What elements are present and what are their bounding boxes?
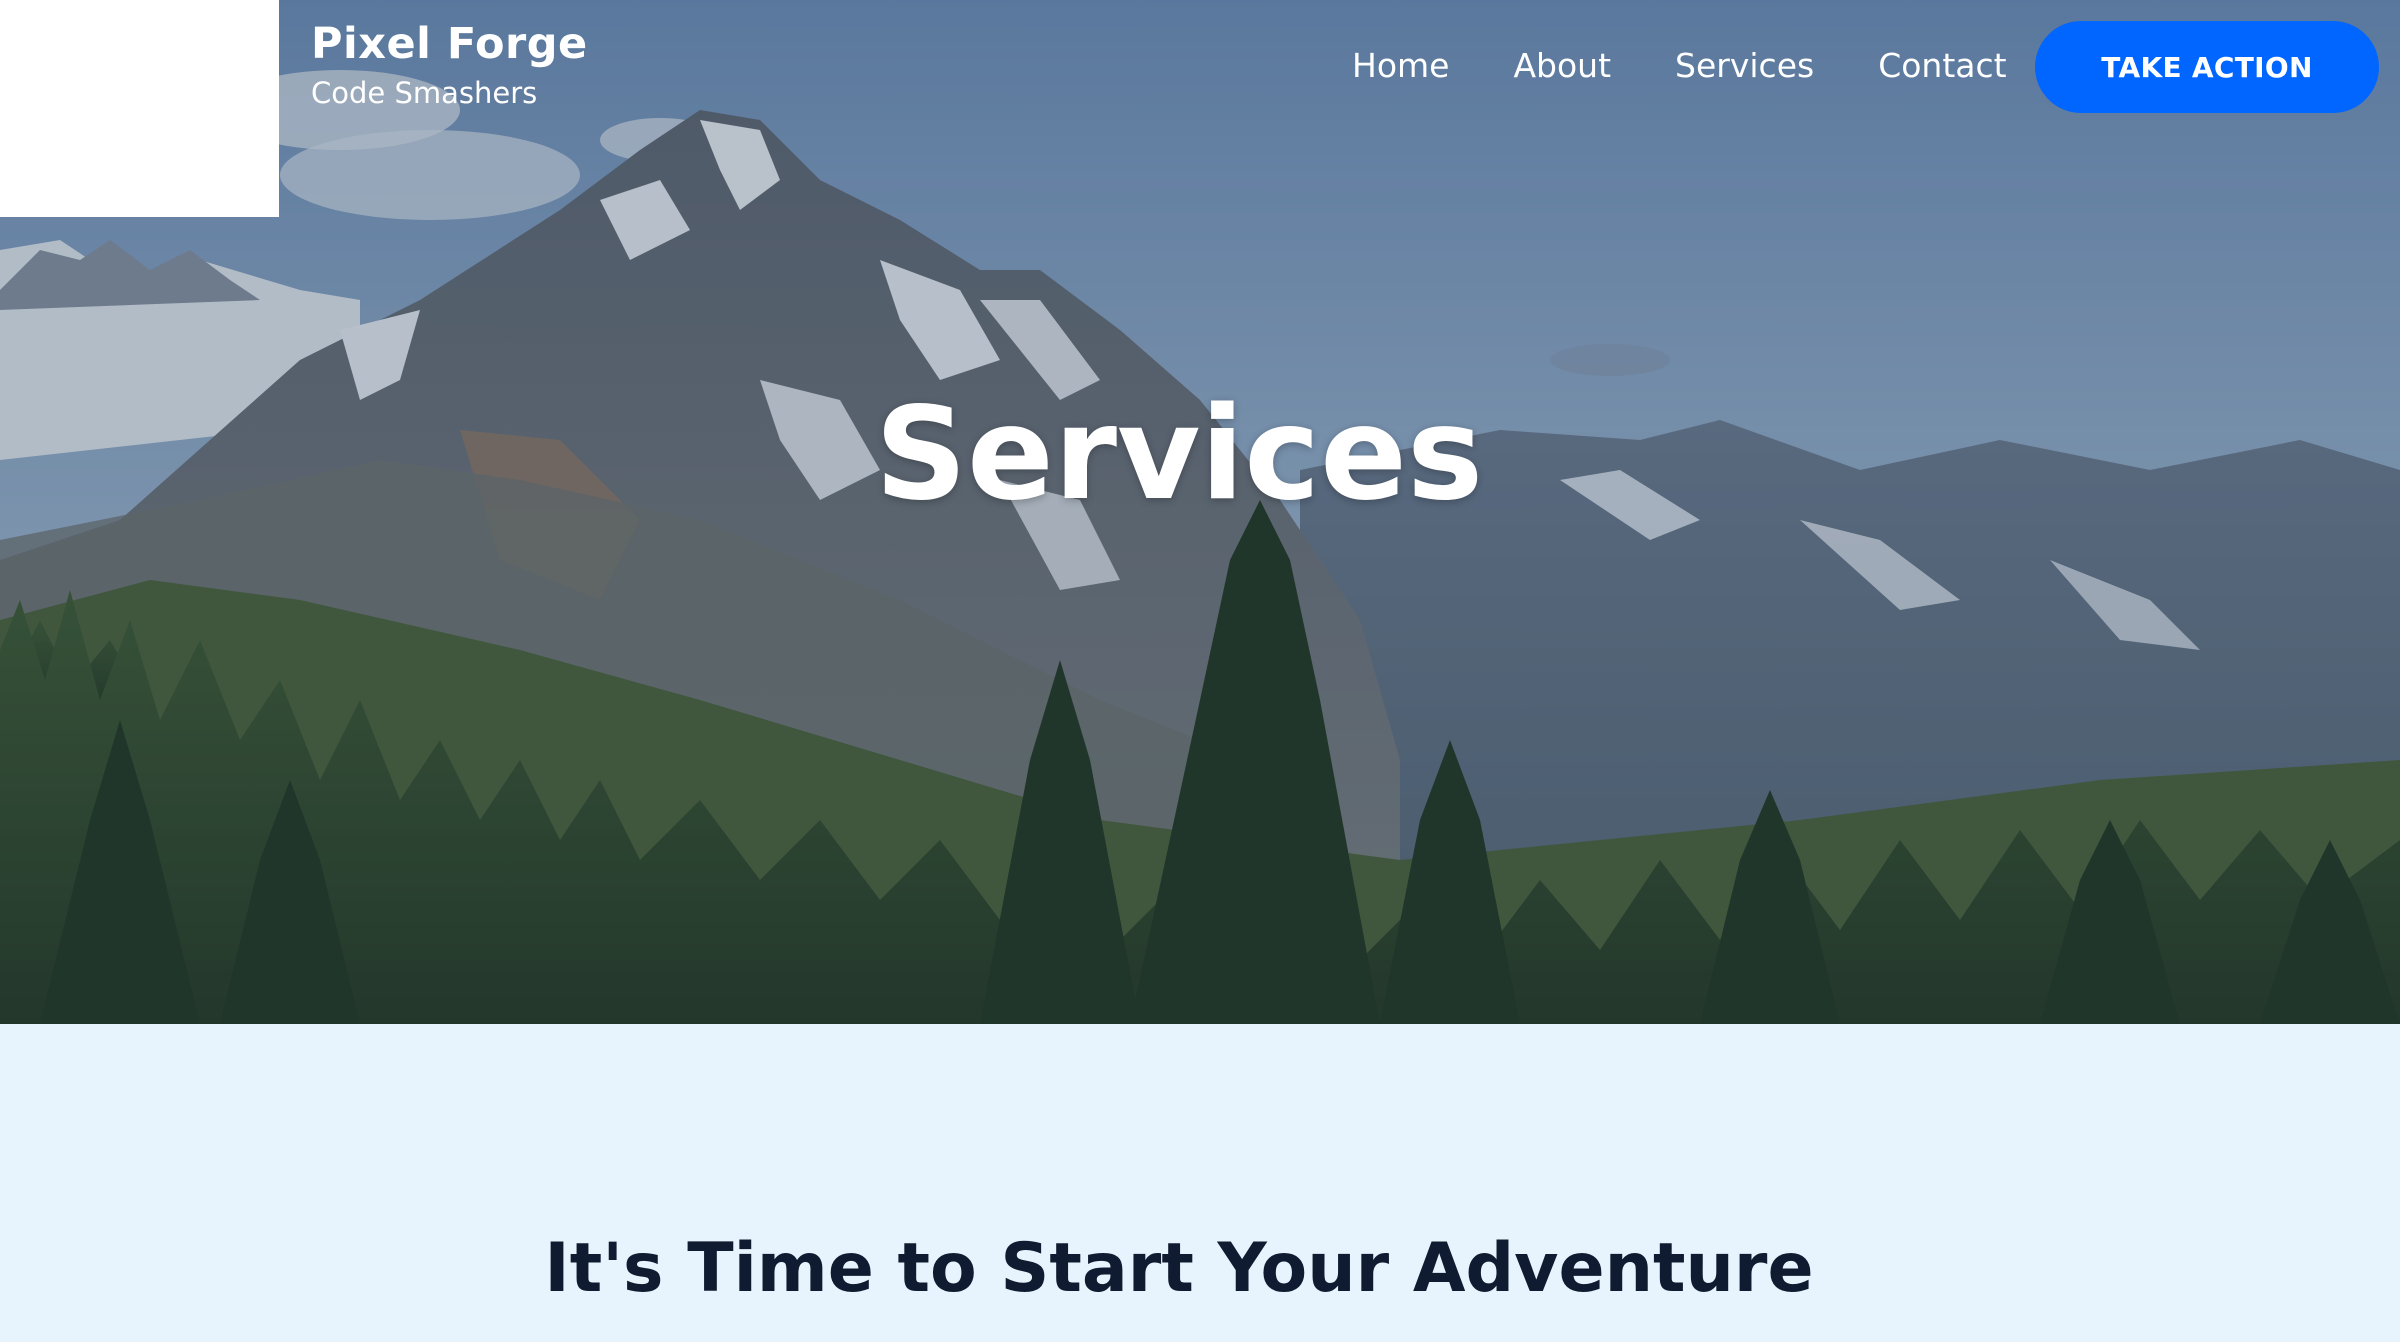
page: Services Pixel Forge Code Smashers Home … bbox=[0, 0, 2400, 1342]
hero-title: Services bbox=[874, 380, 1484, 529]
brand[interactable]: Pixel Forge Code Smashers bbox=[311, 14, 588, 112]
nav-item-contact[interactable]: Contact bbox=[1846, 41, 2038, 91]
adventure-section: It's Time to Start Your Adventure bbox=[0, 1024, 2400, 1342]
nav-item-about[interactable]: About bbox=[1481, 41, 1643, 91]
section-heading: It's Time to Start Your Adventure bbox=[544, 1229, 1814, 1308]
nav-item-home[interactable]: Home bbox=[1320, 41, 1481, 91]
brand-name[interactable]: Pixel Forge bbox=[311, 14, 588, 74]
nav-item-services[interactable]: Services bbox=[1643, 41, 1846, 91]
take-action-button[interactable]: TAKE ACTION bbox=[2035, 21, 2379, 113]
logo-placeholder[interactable] bbox=[0, 0, 279, 217]
brand-tagline: Code Smashers bbox=[311, 76, 538, 110]
main-nav: Home About Services Contact bbox=[1320, 41, 2039, 91]
hero-banner: Services bbox=[0, 0, 2400, 1024]
